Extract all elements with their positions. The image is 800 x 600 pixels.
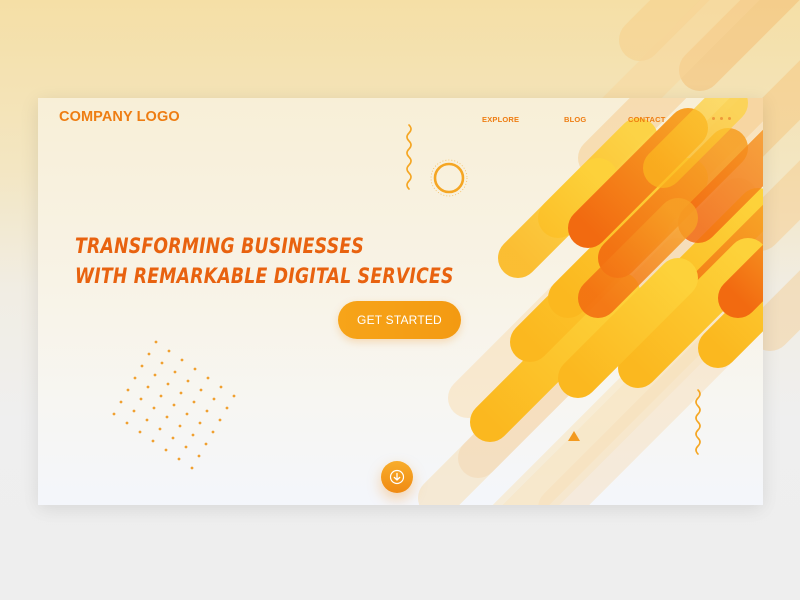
grid-dot [125, 421, 129, 425]
grid-dot [190, 466, 194, 470]
grid-dot [180, 358, 184, 362]
grid-dot [219, 385, 223, 389]
grid-dot [164, 448, 168, 452]
dot-grid [112, 340, 236, 470]
hero-headline: Transforming businesses with remarkable … [75, 231, 454, 291]
grid-dot [191, 433, 195, 437]
landing-card: COMPANY LOGO EXPLORE BLOG CONTACT Transf… [38, 98, 763, 505]
grid-dot [152, 406, 156, 410]
grid-dot [193, 367, 197, 371]
arrow-down-icon [389, 469, 405, 485]
grid-dot [160, 361, 164, 365]
grid-dot [171, 436, 175, 440]
squiggle-top [406, 124, 412, 190]
nav-blog[interactable]: BLOG [564, 115, 586, 124]
grid-dot [172, 403, 176, 407]
pill-stripes [470, 98, 763, 442]
grid-dot [138, 430, 142, 434]
grid-dot [139, 397, 143, 401]
grid-dot [140, 364, 144, 368]
grid-dot [132, 409, 136, 413]
scroll-down-button[interactable] [381, 461, 413, 493]
grid-dot [159, 394, 163, 398]
grid-dot [145, 418, 149, 422]
grid-dot [199, 388, 203, 392]
grid-dot [133, 376, 137, 380]
ring-shape [433, 162, 465, 194]
grid-dot [158, 427, 162, 431]
grid-dot [126, 388, 130, 392]
grid-dot [232, 394, 236, 398]
grid-dot [153, 373, 157, 377]
company-logo[interactable]: COMPANY LOGO [59, 109, 180, 125]
grid-dot [185, 412, 189, 416]
grid-dot [184, 445, 188, 449]
grid-dot [154, 340, 158, 344]
grid-dot [146, 385, 150, 389]
grid-dot [173, 370, 177, 374]
grid-dot [166, 382, 170, 386]
grid-dot [167, 349, 171, 353]
grid-dot [179, 391, 183, 395]
grid-dot [112, 412, 116, 416]
nav-contact[interactable]: CONTACT [628, 115, 666, 124]
grid-dot [192, 400, 196, 404]
grid-dot [205, 409, 209, 413]
grid-dot [151, 439, 155, 443]
grid-dot [206, 376, 210, 380]
grid-dot [147, 352, 151, 356]
grid-dot [186, 379, 190, 383]
more-dots-icon[interactable] [712, 117, 734, 123]
grid-dot [218, 418, 222, 422]
squiggle-right [695, 389, 701, 455]
grid-dot [212, 397, 216, 401]
grid-dot [204, 442, 208, 446]
grid-dot [211, 430, 215, 434]
grid-dot [119, 400, 123, 404]
grid-dot [225, 406, 229, 410]
grid-dot [177, 457, 181, 461]
headline-line-2: with remarkable digital services [75, 264, 454, 288]
grid-dot [198, 421, 202, 425]
nav-explore[interactable]: EXPLORE [482, 115, 519, 124]
get-started-button[interactable]: GET STARTED [338, 301, 461, 339]
grid-dot [178, 424, 182, 428]
headline-line-1: Transforming businesses [75, 234, 364, 258]
grid-dot [197, 454, 201, 458]
grid-dot [165, 415, 169, 419]
